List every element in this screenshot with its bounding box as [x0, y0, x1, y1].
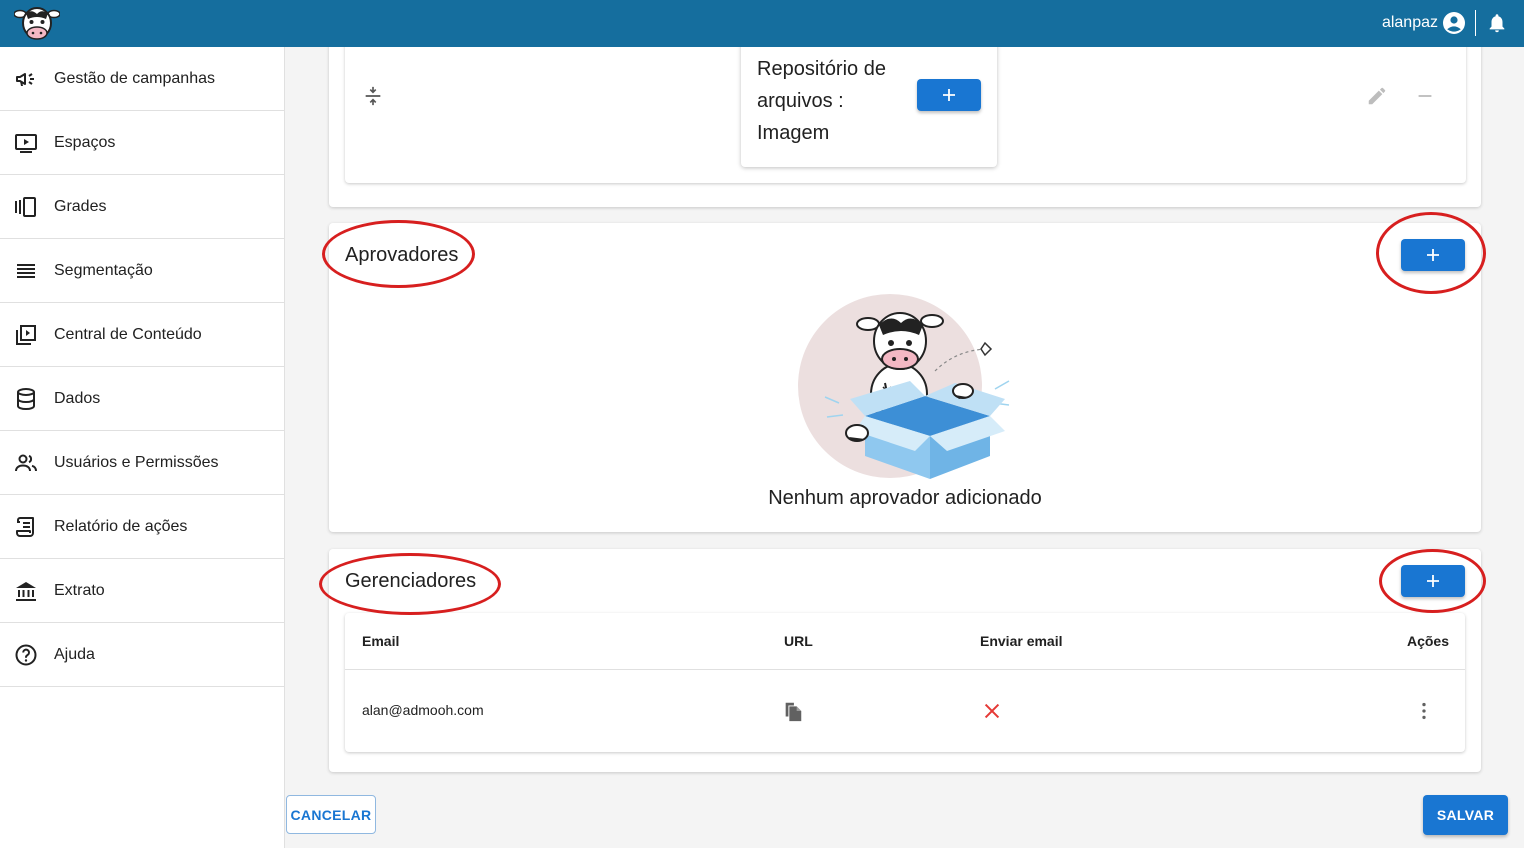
sidebar-item-label: Segmentação — [54, 261, 153, 279]
sidebar-item-label: Espaços — [54, 133, 116, 151]
header-divider — [1475, 10, 1476, 36]
sidebar-item-label: Central de Conteúdo — [54, 325, 202, 343]
lines-icon — [17, 263, 35, 278]
copy-icon[interactable] — [782, 700, 804, 722]
plus-icon — [1427, 249, 1439, 261]
managers-table: Email URL Enviar email Ações alan@admooh… — [345, 613, 1465, 752]
username[interactable]: alanpaz — [1382, 13, 1438, 33]
sidebar-item-usuarios-permissoes[interactable]: Usuários e Permissões — [0, 431, 284, 495]
empty-box-cow-illustration — [798, 294, 1010, 479]
minus-icon[interactable] — [1414, 85, 1436, 107]
table-header: Email URL Enviar email Ações — [345, 613, 1465, 670]
sidebar: Gestão de campanhas Espaços Grades Segme… — [0, 47, 285, 848]
sidebar-item-label: Usuários e Permissões — [54, 453, 219, 471]
bell-icon[interactable] — [1486, 12, 1508, 34]
screen-play-icon — [15, 133, 37, 153]
top-bar: alanpaz — [0, 0, 1524, 47]
managers-title: Gerenciadores — [345, 570, 477, 592]
sidebar-item-dados[interactable]: Dados — [0, 367, 284, 431]
plus-icon — [943, 89, 955, 101]
cancel-button[interactable]: CANCELAR — [286, 795, 376, 834]
pencil-icon[interactable] — [1366, 85, 1388, 107]
repository-card: Repositório de arquivos : Imagem — [741, 47, 997, 167]
manager-email: alan@admooh.com — [362, 702, 484, 718]
carousel-icon — [15, 196, 36, 217]
column-header-send-email[interactable]: Enviar email — [980, 633, 1063, 649]
plus-icon — [1427, 575, 1439, 587]
help-circle-icon — [15, 644, 37, 665]
bank-icon — [16, 581, 36, 601]
sidebar-item-central-conteudo[interactable]: Central de Conteúdo — [0, 303, 284, 367]
managers-panel: Gerenciadores Email URL Enviar email Açõ… — [329, 549, 1481, 772]
account-circle-icon[interactable] — [1442, 11, 1466, 35]
people-icon — [15, 454, 37, 471]
database-icon — [17, 387, 35, 410]
sidebar-item-ajuda[interactable]: Ajuda — [0, 623, 284, 687]
main-content: Repositório de arquivos : Imagem Aprovad… — [286, 47, 1524, 848]
video-library-icon — [16, 324, 36, 345]
sidebar-item-label: Extrato — [54, 581, 105, 599]
more-vert-icon[interactable] — [1413, 700, 1435, 722]
column-header-url[interactable]: URL — [784, 633, 813, 649]
add-manager-button[interactable] — [1401, 565, 1465, 597]
sidebar-item-extrato[interactable]: Extrato — [0, 559, 284, 623]
sidebar-item-relatorio-acoes[interactable]: Relatório de ações — [0, 495, 284, 559]
sidebar-item-label: Gestão de campanhas — [54, 69, 215, 87]
empty-approvers-message: Nenhum aprovador adicionado — [768, 487, 1042, 509]
sidebar-item-gestao-campanhas[interactable]: Gestão de campanhas — [0, 47, 284, 111]
save-button[interactable]: SALVAR — [1423, 795, 1508, 835]
approvers-title: Aprovadores — [345, 244, 459, 266]
cow-logo-icon[interactable] — [14, 5, 60, 43]
approvers-panel: Aprovadores Nenhum aprovador adicionado — [329, 223, 1481, 532]
column-header-email[interactable]: Email — [362, 633, 399, 649]
repository-panel: Repositório de arquivos : Imagem — [329, 47, 1481, 207]
repository-row: Repositório de arquivos : Imagem — [345, 47, 1466, 183]
megaphone-icon — [16, 72, 34, 86]
x-icon[interactable] — [981, 700, 1003, 722]
add-approver-button[interactable] — [1401, 239, 1465, 271]
repository-title: Repositório de arquivos : Imagem — [757, 58, 886, 144]
sidebar-item-label: Ajuda — [54, 645, 95, 663]
sidebar-item-label: Dados — [54, 389, 101, 407]
sidebar-item-label: Relatório de ações — [54, 517, 188, 535]
sidebar-item-label: Grades — [54, 197, 107, 215]
sidebar-item-grades[interactable]: Grades — [0, 175, 284, 239]
compress-icon[interactable] — [362, 85, 384, 107]
sidebar-item-espacos[interactable]: Espaços — [0, 111, 284, 175]
sidebar-item-segmentacao[interactable]: Segmentação — [0, 239, 284, 303]
add-file-button[interactable] — [917, 79, 981, 111]
scroll-icon — [16, 516, 34, 537]
column-header-actions[interactable]: Ações — [1407, 633, 1449, 649]
